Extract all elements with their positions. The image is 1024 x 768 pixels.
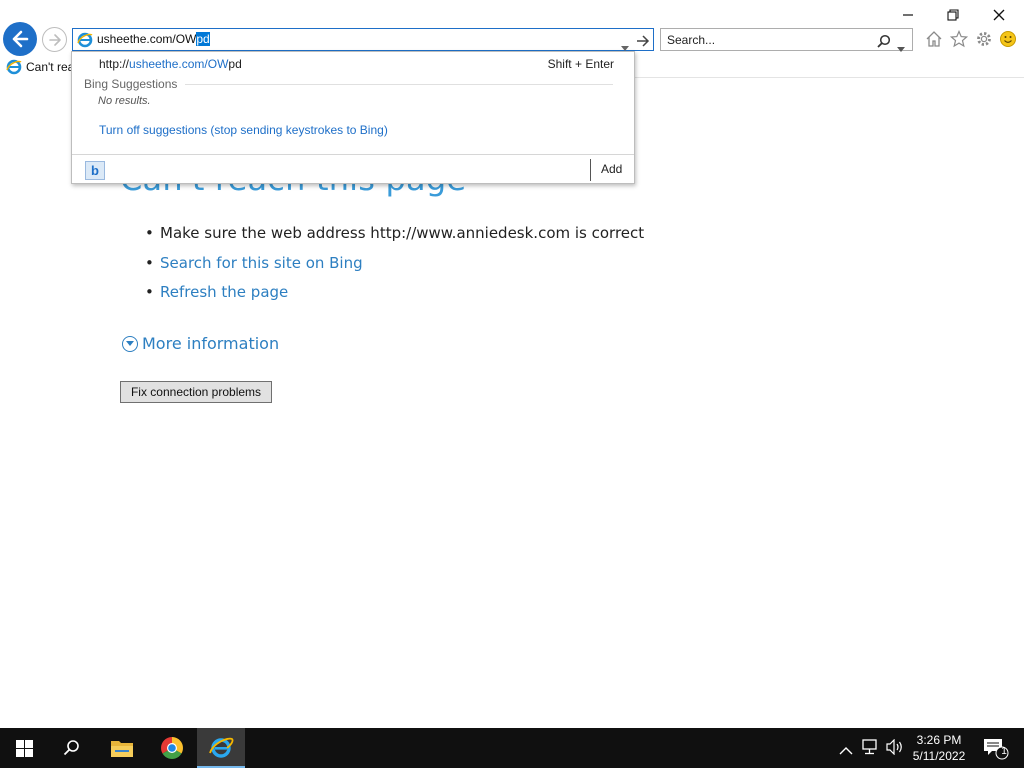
address-bar[interactable]: usheethe.com/OWpd — [72, 28, 654, 51]
notification-count: 1 — [1001, 746, 1007, 757]
refresh-link[interactable]: Refresh the page — [160, 283, 288, 301]
bing-icon[interactable]: b — [85, 161, 105, 180]
ie-tab-icon — [6, 59, 22, 79]
back-button[interactable] — [3, 22, 37, 56]
back-arrow-icon — [12, 30, 29, 48]
clock-date: 5/11/2022 — [912, 749, 966, 763]
address-selection: pd — [196, 32, 210, 46]
clock-time: 3:26 PM — [916, 733, 962, 747]
close-button[interactable] — [976, 4, 1022, 26]
search-box[interactable] — [660, 28, 913, 52]
volume-icon[interactable] — [886, 738, 904, 759]
suggestions-footer: b Add — [72, 154, 634, 183]
footer-separator — [590, 159, 591, 181]
suggestion-domain: usheethe.com/OW — [129, 57, 229, 71]
go-arrow-icon[interactable] — [636, 33, 650, 52]
suggestion-shortcut: Shift + Enter — [547, 57, 614, 71]
restore-button[interactable] — [930, 4, 976, 26]
suggestion-prefix: http:// — [99, 57, 130, 71]
taskbar-search-button[interactable] — [48, 728, 96, 768]
ie-icon — [77, 32, 93, 52]
chevron-down-icon — [122, 335, 138, 352]
tab-title: Can't rea — [26, 60, 75, 74]
search-icon[interactable] — [877, 33, 891, 52]
help-item-search-bing[interactable]: Search for this site on Bing — [145, 254, 644, 284]
favorites-star-icon[interactable] — [949, 29, 969, 49]
suggestion-suffix: pd — [228, 57, 242, 71]
home-icon[interactable] — [924, 29, 944, 49]
taskbar-search-icon — [63, 740, 79, 756]
forward-button[interactable] — [42, 27, 67, 52]
section-divider — [185, 84, 613, 85]
minimize-button[interactable] — [885, 4, 931, 26]
taskbar: 3:26 PM 5/11/2022 1 — [0, 728, 1024, 768]
search-dropdown-icon[interactable] — [897, 37, 905, 56]
forward-arrow-icon — [48, 33, 61, 46]
address-suggestions-dropdown: http://usheethe.com/OWpd Shift + Enter B… — [71, 51, 635, 184]
chevron-up-icon[interactable] — [839, 741, 853, 760]
close-icon — [993, 9, 1005, 21]
search-input[interactable] — [667, 31, 867, 48]
help-list: Make sure the web address http://www.ann… — [145, 224, 644, 313]
more-information-toggle[interactable]: More information — [122, 334, 279, 353]
system-clock[interactable]: 3:26 PM 5/11/2022 — [905, 732, 973, 764]
windows-start-icon — [15, 739, 33, 757]
no-results-text: No results. — [98, 95, 151, 107]
file-explorer-button[interactable] — [98, 728, 146, 768]
chrome-button[interactable] — [148, 728, 196, 768]
ie-taskbar-button[interactable] — [197, 728, 245, 768]
file-explorer-icon — [111, 741, 133, 757]
start-button[interactable] — [0, 728, 48, 768]
fix-connection-button[interactable]: Fix connection problems — [120, 381, 272, 403]
turn-off-suggestions-link[interactable]: Turn off suggestions (stop sending keyst… — [99, 123, 388, 137]
help-item-check-address: Make sure the web address http://www.ann… — [145, 224, 644, 254]
smiley-icon[interactable] — [998, 29, 1018, 49]
address-typed: usheethe.com/OW — [97, 32, 197, 46]
help-item-refresh[interactable]: Refresh the page — [145, 283, 644, 313]
gear-icon[interactable] — [974, 29, 994, 49]
tab-current[interactable]: Can't rea — [0, 56, 75, 79]
search-bing-link[interactable]: Search for this site on Bing — [160, 254, 363, 272]
add-provider-button[interactable]: Add — [601, 162, 622, 176]
chrome-icon — [161, 737, 183, 759]
minimize-icon — [903, 14, 913, 16]
section-title: Bing Suggestions — [84, 77, 178, 91]
restore-icon — [947, 9, 959, 21]
address-text[interactable]: usheethe.com/OWpd — [97, 32, 210, 46]
ie-taskbar-icon — [209, 737, 234, 758]
more-information-label: More information — [142, 334, 280, 353]
suggestion-url[interactable]: http://usheethe.com/OWpd — [99, 57, 242, 71]
network-icon[interactable] — [862, 739, 880, 759]
